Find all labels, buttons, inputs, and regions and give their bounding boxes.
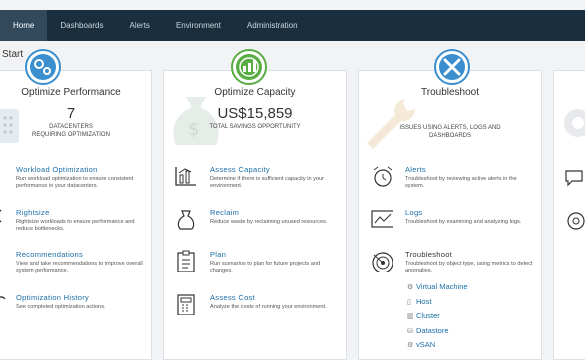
- capacity-subtitle: TOTAL SAVINGS OPPORTUNITY: [209, 124, 301, 130]
- plan-title[interactable]: Plan: [210, 250, 226, 259]
- troubleshoot-title: Troubleshoot: [421, 87, 479, 98]
- link-host[interactable]: ▯ Host: [407, 297, 431, 306]
- settings-gear-icon: [567, 212, 585, 230]
- plan-desc: Run scenarios to plan for future project…: [210, 261, 321, 274]
- performance-title: Optimize Performance: [21, 87, 121, 98]
- performance-header: Optimize Performance 7 DATACENTERS REQUI…: [0, 71, 151, 145]
- assess-capacity-desc: Determine if there is sufficient capacit…: [210, 176, 324, 189]
- top-nav-bar: Home Dashboards Alerts Environment Admin…: [0, 10, 585, 41]
- assess-cost-desc: Analyze the costs of running your enviro…: [210, 304, 327, 310]
- logs-title[interactable]: Logs: [405, 208, 422, 217]
- logs-chart-icon: [371, 210, 393, 228]
- reclaim-title[interactable]: Reclaim: [210, 208, 239, 217]
- rightsize-icon: [0, 209, 2, 223]
- troubleshoot-subtitle: ISSUES USING ALERTS, LOGS AND DASHBOARDS: [399, 125, 501, 139]
- nav-dashboards[interactable]: Dashboards: [47, 10, 116, 41]
- nav-administration[interactable]: Administration: [234, 10, 311, 41]
- workload-desc: Run workload optimization to ensure cons…: [16, 176, 134, 189]
- virtual-machine-label[interactable]: Virtual Machine: [416, 282, 468, 291]
- capacity-title: Optimize Capacity: [214, 87, 296, 98]
- troubleshoot-tools-badge-icon: [434, 49, 470, 85]
- assess-cost-title[interactable]: Assess Cost: [210, 293, 255, 302]
- history-desc: See completed optimization actions.: [16, 304, 106, 310]
- nav-alerts[interactable]: Alerts: [116, 10, 162, 41]
- radar-icon: [372, 252, 393, 272]
- link-datastore[interactable]: ⛁ Datastore: [407, 326, 449, 335]
- cluster-icon: ▥: [407, 313, 414, 320]
- datastore-label[interactable]: Datastore: [416, 326, 449, 335]
- vsan-label[interactable]: vSAN: [416, 340, 435, 349]
- reclaim-desc: Reduce waste by reclaiming unused resour…: [210, 219, 328, 225]
- alerts-desc: Troubleshoot by reviewing active alerts …: [405, 176, 517, 189]
- card-partial-right: [553, 70, 585, 360]
- workload-title[interactable]: Workload Optimization: [16, 165, 98, 174]
- link-cluster[interactable]: ▥ Cluster: [407, 311, 440, 320]
- gear-watermark-icon: [564, 109, 585, 137]
- nav-environment[interactable]: Environment: [163, 10, 234, 41]
- rightsize-title[interactable]: Rightsize: [16, 208, 50, 217]
- logs-desc: Troubleshoot by examining and analyzing …: [405, 219, 522, 225]
- link-vsan[interactable]: ⚙ vSAN: [407, 340, 435, 349]
- capacity-value: US$15,859: [217, 105, 293, 122]
- clipboard-icon: [177, 250, 195, 272]
- assess-capacity-title[interactable]: Assess Capacity: [210, 165, 270, 174]
- alarm-clock-icon: [373, 166, 393, 187]
- calculator-icon: [177, 294, 195, 315]
- history-icon: [0, 296, 6, 300]
- performance-subtitle: DATACENTERS REQUIRING OPTIMIZATION: [32, 124, 110, 138]
- card-troubleshoot: Troubleshoot ISSUES USING ALERTS, LOGS A…: [358, 70, 542, 360]
- workload-icon: [0, 165, 15, 187]
- alerts-title[interactable]: Alerts: [405, 165, 426, 174]
- card-optimize-capacity: $ Optimize Capacity US$15,859 TOTAL SAVI…: [163, 70, 347, 360]
- performance-gear-badge-icon: [25, 49, 61, 85]
- vm-icon: ⚙: [407, 284, 414, 291]
- recommendations-desc: View and take recommendations to improve…: [16, 261, 143, 274]
- history-title[interactable]: Optimization History: [16, 293, 89, 302]
- host-icon: ▯: [407, 299, 411, 306]
- link-virtual-machine[interactable]: ⚙ Virtual Machine: [407, 282, 468, 291]
- datastore-icon: ⛁: [407, 328, 413, 335]
- troubleshoot-item-title: Troubleshoot: [405, 250, 453, 259]
- assess-capacity-icon: [175, 167, 196, 186]
- troubleshoot-item-desc: Troubleshoot by object type, using metri…: [405, 261, 533, 274]
- recommendations-title[interactable]: Recommendations: [16, 250, 83, 259]
- host-label[interactable]: Host: [416, 297, 431, 306]
- main-nav: Home Dashboards Alerts Environment Admin…: [0, 10, 585, 41]
- capacity-chart-badge-icon: [231, 49, 267, 85]
- rightsize-desc: Rightsize workloads to ensure performanc…: [16, 219, 135, 232]
- start-label: Start: [2, 49, 24, 60]
- vsan-icon: ⚙: [407, 342, 414, 349]
- nav-home[interactable]: Home: [0, 10, 48, 41]
- cluster-label[interactable]: Cluster: [416, 311, 440, 320]
- card-optimize-performance: Optimize Performance 7 DATACENTERS REQUI…: [0, 70, 152, 360]
- comment-edit-icon: [565, 170, 583, 187]
- reclaim-icon: [177, 210, 195, 230]
- performance-value: 7: [66, 105, 76, 122]
